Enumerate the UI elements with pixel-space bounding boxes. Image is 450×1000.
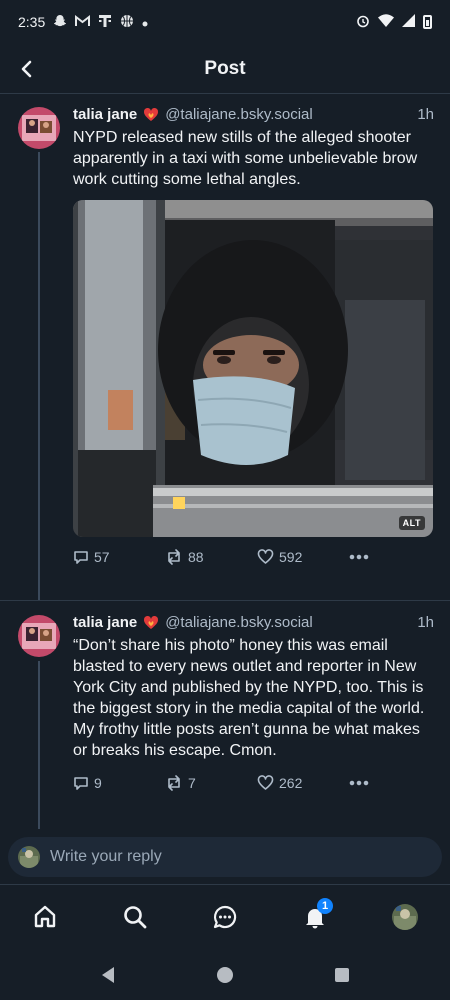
system-recents-icon[interactable]	[334, 967, 350, 983]
alt-badge[interactable]: ALT	[398, 516, 425, 530]
post-text: “Don’t share his photo” honey this was e…	[73, 637, 425, 759]
search-icon	[124, 905, 147, 928]
system-nav-bar	[0, 950, 450, 1000]
post-image[interactable]: ALT	[73, 200, 433, 537]
alarm-icon	[356, 14, 370, 31]
reply-button[interactable]: 9	[73, 775, 165, 791]
back-button[interactable]	[12, 54, 42, 84]
thread-line	[38, 152, 40, 600]
author-handle[interactable]: @taliajane.bsky.social	[165, 106, 313, 123]
like-button[interactable]: 262	[257, 775, 349, 791]
system-home-icon[interactable]	[216, 966, 234, 984]
nav-notifications[interactable]: 1	[295, 897, 335, 937]
post-time: 1h	[417, 106, 434, 123]
system-back-icon[interactable]	[100, 966, 116, 984]
heart-emoji-icon	[143, 615, 159, 631]
reply-placeholder: Write your reply	[50, 848, 162, 865]
post-time: 1h	[417, 614, 434, 631]
nav-chat[interactable]	[205, 897, 245, 937]
nav-home[interactable]	[25, 897, 65, 937]
author-handle[interactable]: @taliajane.bsky.social	[165, 614, 313, 631]
thread-line	[38, 661, 40, 829]
heart-emoji-icon	[143, 107, 159, 123]
reply-count: 9	[94, 775, 102, 791]
status-time: 2:35	[18, 14, 46, 30]
repost-button[interactable]: 88	[165, 549, 257, 565]
repost-icon	[168, 775, 180, 791]
nav-search[interactable]	[115, 897, 155, 937]
avatar	[18, 846, 40, 868]
author-name[interactable]: talia jane	[73, 614, 137, 631]
dot-icon	[142, 15, 148, 30]
repost-button[interactable]: 7	[165, 775, 257, 791]
snapchat-icon	[53, 14, 67, 31]
reply-input[interactable]: Write your reply	[8, 837, 442, 877]
reply-button[interactable]: 57	[73, 549, 165, 565]
ellipsis-icon	[349, 554, 369, 560]
post[interactable]: talia jane @taliajane.bsky.social 1h “Do…	[0, 600, 450, 829]
reply-icon	[74, 551, 88, 564]
tmobile-icon	[98, 14, 112, 31]
heart-icon	[257, 775, 274, 790]
like-count: 262	[279, 775, 303, 791]
post[interactable]: talia jane @taliajane.bsky.social 1h NYP…	[0, 94, 450, 600]
repost-count: 88	[188, 549, 204, 565]
avatar[interactable]	[18, 107, 60, 149]
avatar[interactable]	[18, 615, 60, 657]
nav-profile[interactable]	[385, 897, 425, 937]
reply-icon	[74, 777, 88, 790]
reply-count: 57	[94, 549, 110, 565]
more-options-button[interactable]	[349, 554, 369, 560]
home-icon	[34, 905, 56, 927]
chevron-left-icon	[21, 60, 32, 78]
ellipsis-icon	[349, 780, 369, 786]
profile-avatar	[392, 903, 418, 930]
basketball-icon	[120, 14, 134, 31]
signal-icon	[402, 14, 415, 30]
like-count: 592	[279, 549, 303, 565]
header: Post	[0, 44, 450, 94]
notification-badge: 1	[317, 897, 333, 914]
gmail-icon	[75, 14, 91, 30]
page-title: Post	[204, 57, 246, 79]
repost-icon	[168, 549, 180, 565]
author-name[interactable]: talia jane	[73, 106, 137, 123]
repost-count: 7	[188, 775, 196, 791]
chat-icon	[213, 905, 237, 928]
wifi-icon	[378, 14, 394, 30]
battery-icon	[423, 15, 432, 29]
post-text: NYPD released new stills of the alleged …	[73, 129, 418, 188]
more-options-button[interactable]	[349, 780, 369, 786]
like-button[interactable]: 592	[257, 549, 349, 565]
status-bar: 2:35	[0, 0, 450, 44]
bottom-nav: 1	[0, 884, 450, 948]
heart-icon	[257, 549, 274, 564]
